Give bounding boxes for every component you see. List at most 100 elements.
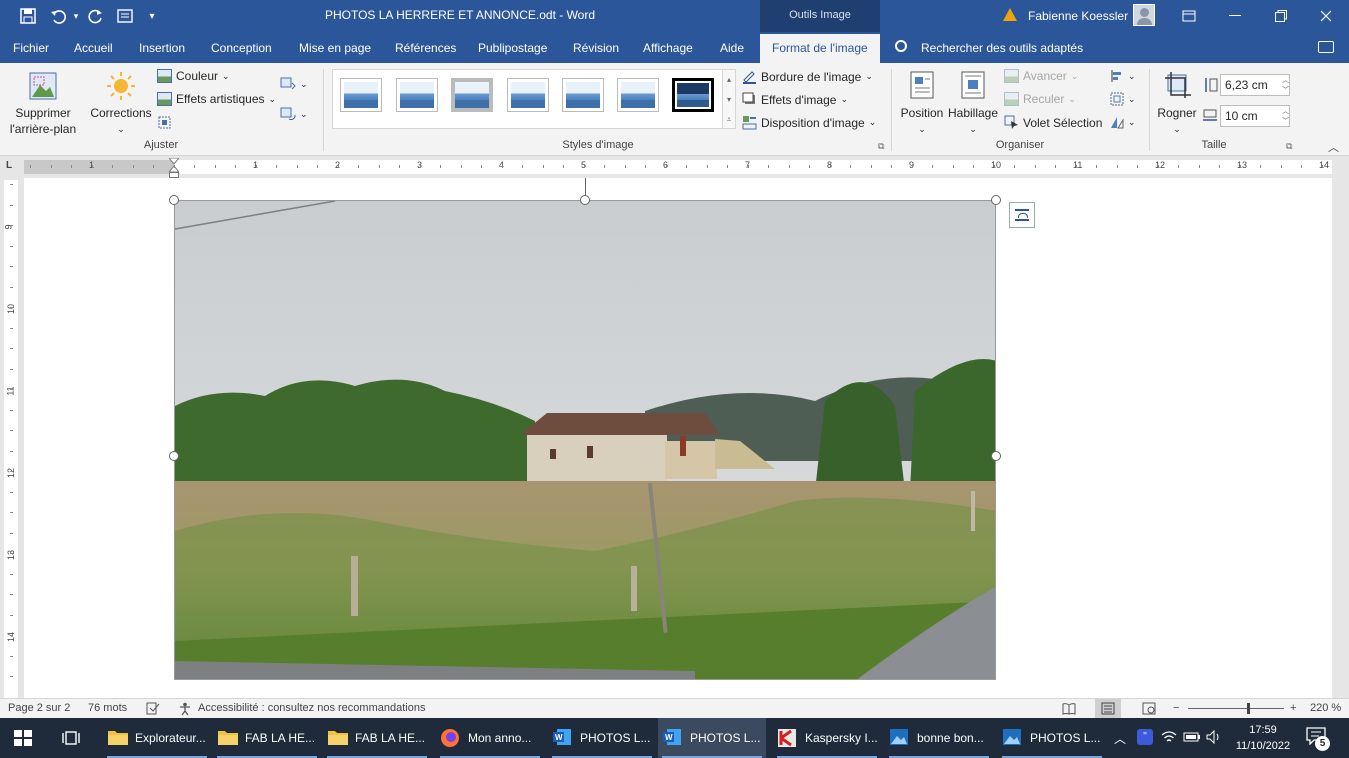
close-button[interactable] bbox=[1303, 0, 1349, 32]
picture-layout-button[interactable]: Disposition d'image ⌄ bbox=[742, 115, 876, 130]
style-thumb-4[interactable] bbox=[507, 78, 549, 112]
tab-layout[interactable]: Mise en page bbox=[299, 41, 371, 55]
dialog-launcher-icon[interactable]: ⧉ bbox=[878, 141, 884, 152]
undo-dropdown-icon[interactable]: ▾ bbox=[66, 6, 86, 26]
read-mode-icon[interactable] bbox=[1062, 702, 1076, 715]
tab-references[interactable]: Références bbox=[395, 41, 456, 55]
picture-border-button[interactable]: Bordure de l'image ⌄ bbox=[742, 69, 873, 84]
compress-pictures-button[interactable]: ⌄ bbox=[280, 77, 308, 91]
word-count[interactable]: 76 mots bbox=[88, 702, 127, 714]
style-thumb-2[interactable] bbox=[396, 78, 438, 112]
restore-button[interactable] bbox=[1258, 0, 1304, 32]
taskbar-app[interactable]: W PHOTOS L... bbox=[548, 718, 656, 758]
group-objects-button[interactable]: ⌄ bbox=[1110, 92, 1136, 106]
artistic-effects-button[interactable]: Effets artistiques ⌄ bbox=[157, 92, 276, 106]
taskbar-app[interactable]: bonne bon... bbox=[885, 718, 993, 758]
taskbar-app[interactable]: Mon anno... bbox=[436, 718, 544, 758]
clock[interactable]: 17:59 11/10/2022 bbox=[1228, 722, 1298, 754]
align-button[interactable]: ⌄ bbox=[1110, 69, 1136, 83]
height-up-icon[interactable]: ︿ bbox=[1282, 75, 1298, 85]
tab-insert[interactable]: Insertion bbox=[139, 41, 185, 55]
tab-mailings[interactable]: Publipostage bbox=[478, 41, 547, 55]
document-page[interactable] bbox=[24, 178, 1332, 698]
rotate-button[interactable]: ⌄ bbox=[1110, 115, 1136, 129]
battery-icon[interactable] bbox=[1183, 731, 1201, 743]
width-down-icon[interactable]: ﹀ bbox=[1282, 116, 1298, 126]
redo-icon[interactable] bbox=[86, 6, 106, 26]
page-count[interactable]: Page 2 sur 2 bbox=[8, 702, 70, 714]
tab-review[interactable]: Révision bbox=[573, 41, 619, 55]
height-down-icon[interactable]: ﹀ bbox=[1282, 85, 1298, 95]
layout-options-button[interactable] bbox=[1009, 202, 1035, 228]
taskbar-app[interactable]: Kaspersky I... bbox=[773, 718, 881, 758]
style-thumb-6[interactable] bbox=[617, 78, 659, 112]
tab-help[interactable]: Aide bbox=[720, 41, 744, 55]
taskbar-app[interactable]: FAB LA HE... bbox=[323, 718, 431, 758]
zoom-in-button[interactable]: + bbox=[1290, 702, 1296, 714]
resize-handle-right[interactable] bbox=[991, 451, 1001, 461]
tab-picture-format[interactable]: Format de l'image bbox=[760, 34, 880, 63]
tab-home[interactable]: Accueil bbox=[74, 41, 113, 55]
task-view-icon[interactable] bbox=[62, 729, 80, 747]
selected-picture[interactable] bbox=[174, 200, 996, 680]
style-thumb-5[interactable] bbox=[562, 78, 604, 112]
ribbon-display-options-icon[interactable] bbox=[1166, 0, 1212, 32]
tab-file[interactable]: Fichier bbox=[13, 41, 49, 55]
zoom-out-button[interactable]: − bbox=[1173, 702, 1179, 714]
proofing-icon[interactable] bbox=[146, 702, 160, 715]
lightbulb-icon[interactable] bbox=[895, 40, 907, 52]
zoom-slider[interactable] bbox=[1188, 708, 1284, 709]
width-input[interactable]: 10 cm bbox=[1220, 105, 1290, 127]
taskbar-app[interactable]: W PHOTOS L... bbox=[658, 718, 766, 758]
style-thumb-3[interactable] bbox=[451, 78, 493, 112]
send-backward-button[interactable]: Reculer ⌄ bbox=[1004, 92, 1076, 106]
position-button[interactable]: Position ⌄ bbox=[898, 67, 946, 137]
resize-handle-top-left[interactable] bbox=[169, 195, 179, 205]
print-layout-view-button[interactable] bbox=[1095, 699, 1121, 718]
picture-effects-button[interactable]: Effets d'image ⌄ bbox=[742, 92, 848, 107]
vertical-ruler[interactable]: 9 10 11 12 13 14 bbox=[4, 180, 18, 698]
show-hidden-icons[interactable]: ︿ bbox=[1114, 730, 1126, 747]
print-layout-icon[interactable] bbox=[115, 6, 135, 26]
resize-handle-left[interactable] bbox=[169, 451, 179, 461]
width-up-icon[interactable]: ︿ bbox=[1282, 106, 1298, 116]
minimize-button[interactable] bbox=[1212, 0, 1258, 32]
wifi-icon[interactable] bbox=[1161, 730, 1177, 744]
horizontal-ruler[interactable]: L 11234567891011121314 bbox=[0, 156, 1349, 178]
remove-background-button[interactable]: Supprimer l'arrière-plan bbox=[6, 67, 80, 137]
gallery-scroll[interactable]: ▴ ▾ ⩡ bbox=[722, 69, 736, 129]
zoom-level[interactable]: 220 % bbox=[1310, 702, 1341, 714]
accessibility-icon[interactable] bbox=[179, 702, 194, 716]
save-icon[interactable] bbox=[18, 6, 38, 26]
tab-view[interactable]: Affichage bbox=[643, 41, 693, 55]
color-button[interactable]: Couleur ⌄ bbox=[157, 69, 230, 83]
web-layout-icon[interactable] bbox=[1142, 702, 1156, 715]
taskbar-app[interactable]: Explorateur... bbox=[103, 718, 211, 758]
wrap-text-button[interactable]: Habillage ⌄ bbox=[948, 67, 998, 137]
style-thumb-7-selected[interactable] bbox=[672, 78, 714, 112]
corrections-button[interactable]: Corrections ⌄ bbox=[88, 67, 154, 137]
crop-button[interactable]: Rogner ⌄ bbox=[1154, 67, 1200, 137]
warning-icon[interactable] bbox=[1003, 8, 1017, 21]
taskbar-app[interactable]: FAB LA HE... bbox=[213, 718, 321, 758]
resize-handle-top[interactable] bbox=[580, 195, 590, 205]
user-name[interactable]: Fabienne Koessler bbox=[1028, 9, 1128, 23]
undo-icon[interactable] bbox=[48, 6, 68, 26]
style-thumb-1[interactable] bbox=[340, 78, 382, 112]
zoom-slider-thumb[interactable] bbox=[1247, 703, 1250, 714]
customize-toolbar-icon[interactable]: ▾ bbox=[142, 6, 162, 26]
indent-marker-icon[interactable] bbox=[169, 158, 179, 178]
height-input[interactable]: 6,23 cm bbox=[1220, 74, 1290, 96]
change-picture-button[interactable]: ⌄ bbox=[280, 107, 308, 121]
bring-forward-button[interactable]: Avancer ⌄ bbox=[1004, 69, 1078, 83]
comments-icon[interactable] bbox=[1318, 41, 1334, 53]
resize-handle-top-right[interactable] bbox=[991, 195, 1001, 205]
volume-icon[interactable] bbox=[1206, 730, 1222, 744]
accessibility-status[interactable]: Accessibilité : consultez nos recommanda… bbox=[198, 702, 425, 714]
taskbar-app[interactable]: PHOTOS L... bbox=[998, 718, 1106, 758]
app-tray-icon[interactable]: " bbox=[1137, 729, 1153, 745]
collapse-ribbon-icon[interactable]: ︿ bbox=[1328, 139, 1339, 155]
tab-selector[interactable]: L bbox=[6, 160, 12, 171]
transparency-button[interactable] bbox=[157, 115, 172, 130]
windows-start-icon[interactable] bbox=[14, 730, 32, 746]
